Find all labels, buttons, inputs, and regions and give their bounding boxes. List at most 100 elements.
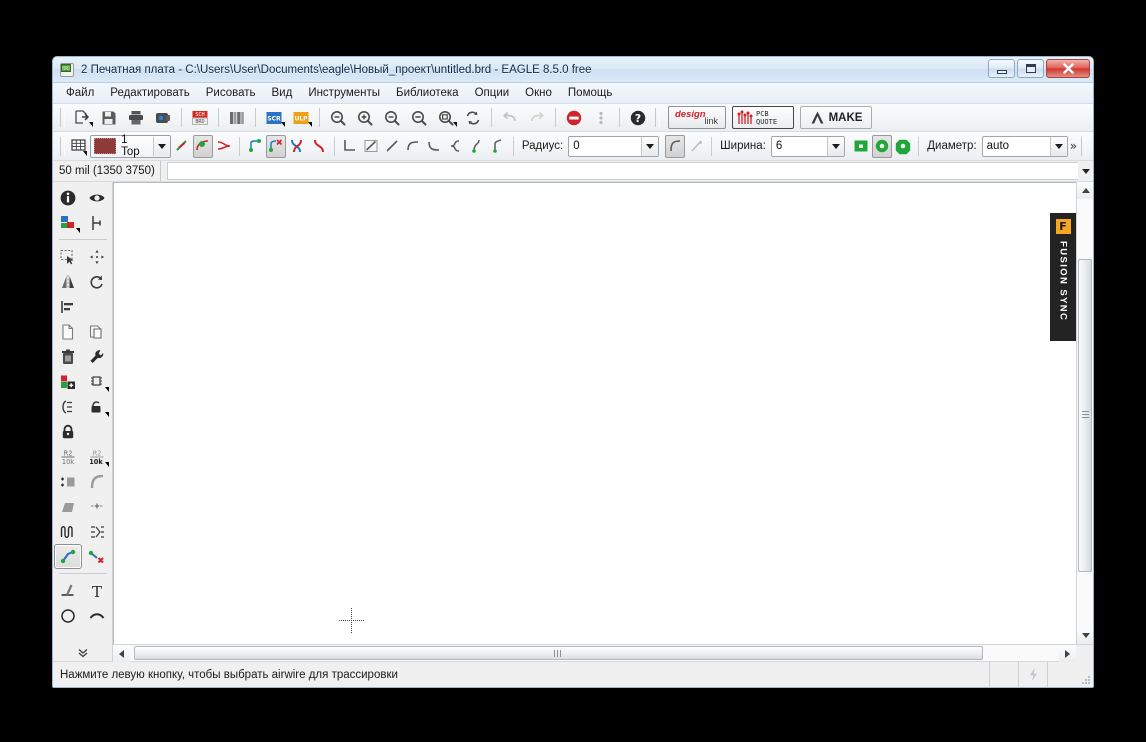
move-tool[interactable]	[83, 244, 111, 269]
radius-input[interactable]: 0	[568, 135, 659, 157]
layer-dropdown-arrow[interactable]	[152, 136, 170, 156]
pad-square-button[interactable]	[851, 135, 871, 158]
bend-style-12-button[interactable]	[488, 135, 508, 158]
bend-style-10-button[interactable]	[445, 135, 465, 158]
minimize-button[interactable]	[988, 59, 1015, 78]
make-button[interactable]: MAKE	[800, 106, 872, 129]
param-toolbar-grip[interactable]	[60, 136, 65, 156]
board-canvas[interactable]: F FUSION SYNC	[113, 182, 1076, 644]
display-tool[interactable]	[54, 210, 82, 235]
toolbar-grip-2[interactable]	[655, 108, 660, 127]
bend-style-3-button[interactable]	[287, 135, 307, 158]
ulp-button[interactable]: ULP	[288, 106, 314, 129]
palette-expand-button[interactable]	[53, 645, 112, 661]
menu-draw[interactable]: Рисовать	[198, 85, 264, 101]
bend-style-7-button[interactable]	[382, 135, 402, 158]
redraw-button[interactable]	[460, 106, 486, 129]
pinswap-tool[interactable]	[54, 394, 82, 419]
diameter-dropdown-arrow[interactable]	[1049, 136, 1067, 156]
bend-style-9-button[interactable]	[424, 135, 444, 158]
help-button[interactable]: ?	[625, 106, 651, 129]
vertical-scroll-track[interactable]	[1077, 199, 1093, 627]
scroll-up-button[interactable]	[1077, 182, 1093, 199]
width-input[interactable]: 6	[770, 135, 845, 157]
optimize-tool[interactable]	[83, 494, 111, 519]
bend-style-2-button[interactable]	[266, 134, 287, 158]
align-tool[interactable]	[54, 294, 82, 319]
menu-library[interactable]: Библиотека	[388, 85, 467, 101]
scroll-right-button[interactable]	[1059, 645, 1076, 662]
delete-tool[interactable]	[54, 344, 82, 369]
show-tool[interactable]	[83, 185, 111, 210]
copy-tool[interactable]	[54, 319, 82, 344]
toolbar-overflow-button[interactable]: »	[1070, 139, 1077, 153]
close-button[interactable]	[1046, 59, 1090, 78]
pcb-quote-button[interactable]: PCB QUOTE	[732, 106, 794, 129]
name-tool[interactable]: R2 10k	[54, 444, 82, 469]
param-toolbar-grip-end[interactable]	[1081, 136, 1087, 156]
menu-view[interactable]: Вид	[264, 85, 301, 101]
text-tool[interactable]: T	[83, 578, 111, 603]
ripup-tool[interactable]	[83, 544, 111, 569]
command-input[interactable]	[167, 162, 1078, 180]
ratsnest-tool[interactable]	[83, 519, 111, 544]
value-tool[interactable]: R2 10k	[83, 444, 111, 469]
diameter-input[interactable]: auto	[981, 135, 1068, 157]
zoom-in-button[interactable]	[352, 106, 378, 129]
layer-select[interactable]: 1 Top	[90, 134, 171, 158]
mirror-tool[interactable]	[54, 269, 82, 294]
command-history-arrow[interactable]	[1078, 161, 1093, 181]
vertical-scroll-thumb[interactable]	[1078, 259, 1092, 572]
bend-style-4-button[interactable]	[309, 135, 329, 158]
zoom-select-button[interactable]	[433, 106, 459, 129]
toolbar-grip[interactable]	[60, 108, 65, 127]
horizontal-scroll-thumb[interactable]	[134, 646, 983, 660]
wire-style-2-button[interactable]	[192, 134, 213, 158]
arc-tool[interactable]	[83, 603, 111, 628]
pad-round-button[interactable]	[871, 134, 893, 158]
split-tool[interactable]	[54, 494, 82, 519]
mark-tool[interactable]	[83, 210, 111, 235]
menu-options[interactable]: Опции	[467, 85, 518, 101]
menu-window[interactable]: Окно	[517, 85, 560, 101]
miter-round-button[interactable]	[664, 134, 685, 158]
circle-tool[interactable]	[54, 603, 82, 628]
menu-file[interactable]: Файл	[58, 85, 102, 101]
dimension-tool[interactable]	[54, 578, 82, 603]
zoom-redraw-button[interactable]	[406, 106, 432, 129]
width-dropdown-arrow[interactable]	[826, 136, 844, 156]
zoom-fit-button[interactable]	[325, 106, 351, 129]
change-tool[interactable]	[83, 344, 111, 369]
menu-tools[interactable]: Инструменты	[300, 85, 388, 101]
undo-button[interactable]	[497, 106, 523, 129]
redo-button[interactable]	[524, 106, 550, 129]
zoom-out-button[interactable]	[379, 106, 405, 129]
save-button[interactable]	[96, 106, 122, 129]
print-button[interactable]	[123, 106, 149, 129]
switch-to-schematic-button[interactable]: SCH BRD	[187, 106, 213, 129]
bend-style-5-button[interactable]	[340, 135, 360, 158]
scroll-down-button[interactable]	[1077, 627, 1093, 644]
bend-style-6-button[interactable]	[361, 135, 381, 158]
route-tool[interactable]	[53, 544, 82, 569]
open-button[interactable]	[69, 106, 95, 129]
status-indicator[interactable]	[1019, 662, 1048, 687]
pad-octagon-button[interactable]	[893, 135, 913, 158]
scroll-left-button[interactable]	[113, 645, 130, 662]
info-tool[interactable]	[54, 185, 82, 210]
resize-grip[interactable]	[1077, 662, 1093, 687]
grid-button[interactable]	[69, 135, 89, 158]
stop-button[interactable]	[561, 106, 587, 129]
library-manager-button[interactable]	[224, 106, 250, 129]
replace-tool[interactable]	[83, 369, 111, 394]
menu-help[interactable]: Помощь	[560, 85, 620, 101]
fusion-sync-tab[interactable]: F FUSION SYNC	[1050, 213, 1076, 341]
add-tool[interactable]	[54, 369, 82, 394]
bend-style-8-button[interactable]	[403, 135, 423, 158]
wire-style-3-button[interactable]	[214, 135, 234, 158]
miter-bevel-button[interactable]	[686, 135, 706, 158]
smash-tool[interactable]	[54, 469, 82, 494]
cam-processor-button[interactable]	[150, 106, 176, 129]
meander-tool[interactable]	[54, 519, 82, 544]
maximize-button[interactable]	[1017, 59, 1044, 78]
